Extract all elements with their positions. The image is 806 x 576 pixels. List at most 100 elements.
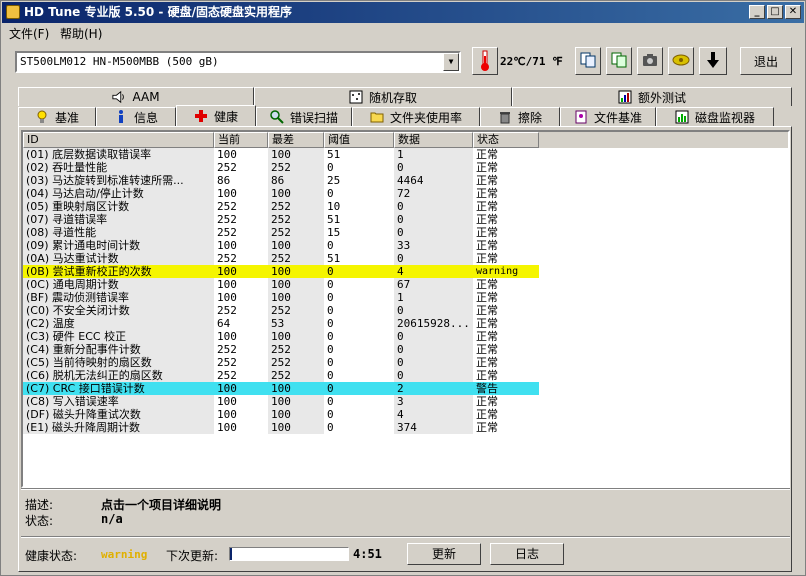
log-button[interactable]: 日志 bbox=[490, 543, 564, 565]
cell-id: (0A) 马达重试计数 bbox=[23, 252, 214, 265]
table-row[interactable]: (08) 寻道性能 252 252 15 0 正常 bbox=[23, 226, 788, 239]
download-icon bbox=[706, 51, 720, 72]
table-row[interactable]: (05) 重映射扇区计数 252 252 10 0 正常 bbox=[23, 200, 788, 213]
cell-id: (04) 马达启动/停止计数 bbox=[23, 187, 214, 200]
cell-id: (BF) 震动侦测错误率 bbox=[23, 291, 214, 304]
table-row[interactable]: (0B) 尝试重新校正的次数 100 100 0 4 warning bbox=[23, 265, 788, 278]
table-row[interactable]: (C6) 脱机无法纠正的扇区数 252 252 0 0 正常 bbox=[23, 369, 788, 382]
screenshot-button[interactable] bbox=[637, 47, 663, 75]
minimize-button[interactable]: _ bbox=[749, 5, 765, 19]
cell-worst: 100 bbox=[268, 330, 324, 343]
table-row[interactable]: (DF) 磁头升降重试次数 100 100 0 4 正常 bbox=[23, 408, 788, 421]
cell-threshold: 15 bbox=[327, 226, 341, 239]
tab-health[interactable]: 健康 bbox=[176, 105, 256, 126]
cell-threshold: 0 bbox=[327, 265, 334, 278]
copy-button[interactable] bbox=[575, 47, 601, 75]
tab-disk-monitor[interactable]: 磁盘监视器 bbox=[656, 107, 774, 126]
tab-random-access[interactable]: 随机存取 bbox=[254, 87, 512, 106]
tab-file-benchmark-label: 文件基准 bbox=[593, 110, 642, 125]
cell-threshold: 0 bbox=[327, 369, 334, 382]
tab-file-benchmark[interactable]: 文件基准 bbox=[560, 107, 656, 126]
close-button[interactable]: ✕ bbox=[785, 5, 801, 19]
menu-help[interactable]: 帮助(H) bbox=[60, 25, 102, 42]
random-access-icon bbox=[349, 90, 363, 104]
toolbar: ST500LM012 HN-M500MBB (500 gB) ▼ 22℃/71 … bbox=[2, 43, 804, 83]
divider bbox=[21, 536, 790, 538]
table-row[interactable]: (0C) 通电周期计数 100 100 0 67 正常 bbox=[23, 278, 788, 291]
status-label: 状态: bbox=[25, 514, 54, 528]
row-filler bbox=[539, 278, 788, 291]
cell-threshold: 0 bbox=[327, 187, 334, 200]
tab-health-label: 健康 bbox=[213, 109, 238, 124]
table-row[interactable]: (C2) 温度 64 53 0 20615928... 正常 bbox=[23, 317, 788, 330]
row-filler bbox=[539, 265, 788, 278]
info-icon bbox=[114, 110, 128, 124]
table-row[interactable]: (C0) 不安全关闭计数 252 252 0 0 正常 bbox=[23, 304, 788, 317]
table-row[interactable]: (03) 马达旋转到标准转速所需... 86 86 25 4464 正常 bbox=[23, 174, 788, 187]
benchmark-icon bbox=[35, 110, 49, 124]
table-row[interactable]: (C4) 重新分配事件计数 252 252 0 0 正常 bbox=[23, 343, 788, 356]
status-bar: 健康状态: warning 下次更新: 4:51 更新 日志 bbox=[21, 542, 790, 568]
header-threshold[interactable]: 阈值 bbox=[324, 132, 394, 148]
tab-extra-tests[interactable]: 额外测试 bbox=[512, 87, 792, 106]
exit-button[interactable]: 退出 bbox=[740, 47, 792, 75]
cell-threshold: 51 bbox=[327, 148, 341, 161]
cell-worst: 100 bbox=[268, 148, 324, 161]
table-row[interactable]: (02) 吞吐量性能 252 252 0 0 正常 bbox=[23, 161, 788, 174]
tab-erase-label: 擦除 bbox=[517, 110, 542, 125]
tab-erase[interactable]: 擦除 bbox=[480, 107, 560, 126]
maximize-button[interactable]: □ bbox=[767, 5, 783, 19]
title-bar[interactable]: HD Tune 专业版 5.50 - 硬盘/固态硬盘实用程序 _ □ ✕ bbox=[2, 2, 804, 23]
drive-select[interactable]: ST500LM012 HN-M500MBB (500 gB) ▼ bbox=[15, 51, 461, 73]
cell-threshold: 0 bbox=[327, 161, 334, 174]
cell-id: (08) 寻道性能 bbox=[23, 226, 214, 239]
table-row[interactable]: (BF) 震动侦测错误率 100 100 0 1 正常 bbox=[23, 291, 788, 304]
refresh-button[interactable]: 更新 bbox=[407, 543, 481, 565]
header-data[interactable]: 数据 bbox=[394, 132, 473, 148]
table-row[interactable]: (C3) 硬件 ECC 校正 100 100 0 0 正常 bbox=[23, 330, 788, 343]
cell-current: 100 bbox=[217, 291, 237, 304]
table-row[interactable]: (07) 寻道错误率 252 252 51 0 正常 bbox=[23, 213, 788, 226]
cell-threshold: 0 bbox=[327, 291, 334, 304]
cell-current: 100 bbox=[217, 382, 237, 395]
cell-data: 3 bbox=[394, 395, 473, 408]
header-id[interactable]: ID bbox=[23, 132, 214, 148]
row-filler bbox=[539, 343, 788, 356]
health-button[interactable] bbox=[668, 47, 694, 75]
smart-table[interactable]: ID 当前 最差 阈值 数据 状态 (01) 底层数据读取错误率 100 100 51… bbox=[21, 130, 790, 488]
row-filler bbox=[539, 304, 788, 317]
table-row[interactable]: (E1) 磁头升降周期计数 100 100 0 374 正常 bbox=[23, 421, 788, 434]
copy-all-button[interactable] bbox=[606, 47, 632, 75]
cell-data: 2 bbox=[397, 382, 404, 395]
table-row[interactable]: (04) 马达启动/停止计数 100 100 0 72 正常 bbox=[23, 187, 788, 200]
tab-folder-usage[interactable]: 文件夹使用率 bbox=[352, 107, 480, 126]
menu-file[interactable]: 文件(F) bbox=[9, 25, 49, 42]
tab-benchmark-label: 基准 bbox=[54, 110, 79, 125]
cell-threshold: 51 bbox=[327, 252, 341, 265]
header-status[interactable]: 状态 bbox=[473, 132, 539, 148]
cell-data: 67 bbox=[394, 278, 473, 291]
tab-error-scan[interactable]: 错误扫描 bbox=[256, 107, 352, 126]
description-value: 点击一个项目详细说明 bbox=[101, 498, 222, 512]
cell-current: 252 bbox=[217, 200, 237, 213]
table-row[interactable]: (C8) 写入错误速率 100 100 0 3 正常 bbox=[23, 395, 788, 408]
cell-worst: 100 bbox=[268, 278, 324, 291]
table-row[interactable]: (0A) 马达重试计数 252 252 51 0 正常 bbox=[23, 252, 788, 265]
tab-aam[interactable]: AAM bbox=[18, 87, 254, 106]
header-current[interactable]: 当前 bbox=[214, 132, 268, 148]
trash-icon bbox=[498, 110, 512, 124]
cell-threshold: 0 bbox=[327, 421, 334, 434]
table-row[interactable]: (01) 底层数据读取错误率 100 100 51 1 正常 bbox=[23, 148, 788, 161]
header-worst[interactable]: 最差 bbox=[268, 132, 324, 148]
health-cross-icon bbox=[194, 109, 208, 123]
cell-status: 正常 bbox=[476, 252, 498, 265]
cell-id: (07) 寻道错误率 bbox=[23, 213, 214, 226]
table-row[interactable]: (C5) 当前待映射的扇区数 252 252 0 0 正常 bbox=[23, 356, 788, 369]
chevron-down-icon[interactable]: ▼ bbox=[443, 53, 459, 71]
table-row[interactable]: (09) 累计通电时间计数 100 100 0 33 正常 bbox=[23, 239, 788, 252]
save-button[interactable] bbox=[699, 47, 727, 75]
tab-info[interactable]: 信息 bbox=[96, 107, 176, 126]
table-row[interactable]: (C7) CRC 接口错误计数 100 100 0 2 警告 bbox=[23, 382, 788, 395]
tab-benchmark[interactable]: 基准 bbox=[18, 107, 96, 126]
cell-threshold: 0 bbox=[327, 317, 334, 330]
